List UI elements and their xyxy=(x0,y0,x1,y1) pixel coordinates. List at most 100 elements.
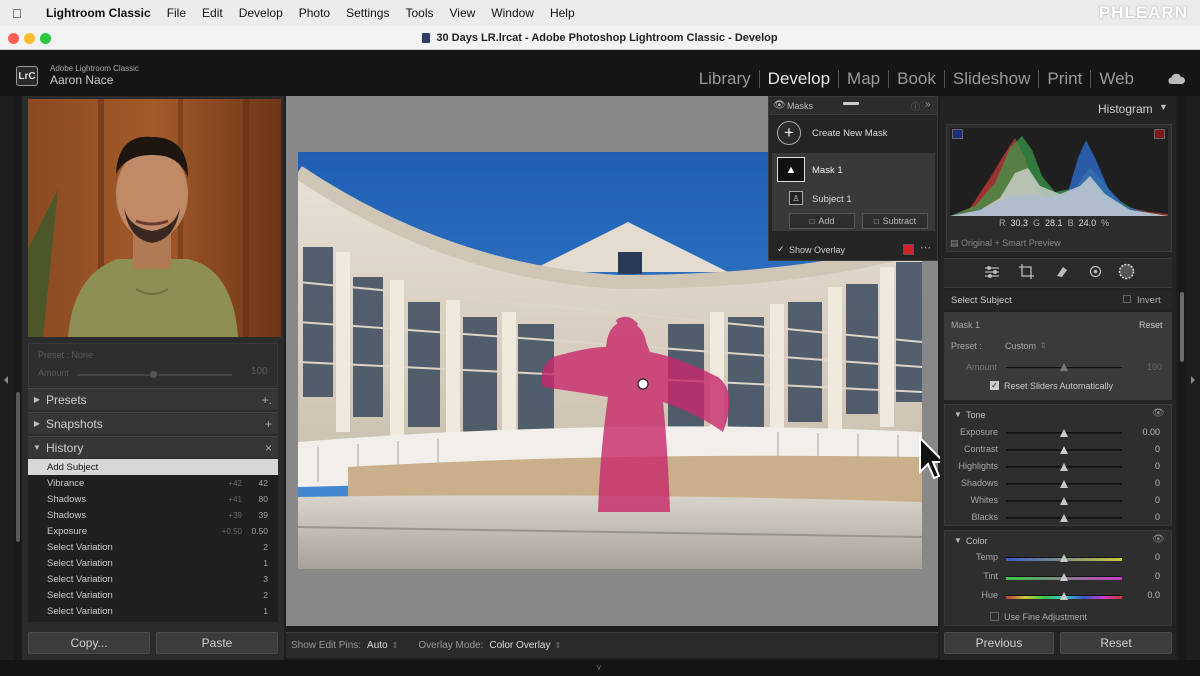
copy-button[interactable]: Copy... xyxy=(28,632,150,654)
histogram-title[interactable]: Histogram xyxy=(1098,102,1153,116)
snapshots-panel-header[interactable]: ▶ Snapshots + xyxy=(28,412,278,434)
paste-button[interactable]: Paste xyxy=(156,632,278,654)
edit-pins-dropdown[interactable]: Auto xyxy=(367,640,388,651)
collapse-triangle-icon[interactable]: ▼ xyxy=(1159,102,1168,112)
clear-history-icon[interactable]: × xyxy=(265,441,272,455)
slider-thumb[interactable] xyxy=(1060,480,1068,488)
slider-value[interactable]: 0 xyxy=(1120,552,1160,562)
more-options-icon[interactable]: ⋯ xyxy=(920,241,931,254)
history-item[interactable]: Select Variation 3 xyxy=(28,571,278,587)
mask-preset-dropdown[interactable]: Custom xyxy=(1005,341,1036,351)
presets-panel-header[interactable]: ▶ Presets +. xyxy=(28,388,278,410)
module-web[interactable]: Web xyxy=(1091,70,1142,88)
previous-button[interactable]: Previous xyxy=(944,632,1054,654)
chevron-updown-icon[interactable]: ⇕ xyxy=(392,641,399,650)
create-new-mask-button[interactable]: + xyxy=(777,121,801,145)
subject1-label[interactable]: Subject 1 xyxy=(812,194,852,205)
right-scrollbar[interactable] xyxy=(1178,96,1186,660)
subtract-mask-button[interactable]: □ Subtract xyxy=(862,213,928,229)
eye-icon[interactable]: 👁 xyxy=(1152,408,1165,419)
close-window-button[interactable] xyxy=(8,33,19,44)
slider-thumb[interactable] xyxy=(1060,446,1068,454)
slider-thumb[interactable] xyxy=(1060,497,1068,505)
mask-reset-button[interactable]: Reset xyxy=(1139,320,1163,330)
slider-thumb[interactable] xyxy=(1060,429,1068,437)
history-item[interactable]: Select Variation 1 xyxy=(28,555,278,571)
fine-adjustment-label[interactable]: Use Fine Adjustment xyxy=(1004,612,1087,622)
invert-label[interactable]: Invert xyxy=(1137,295,1161,306)
menu-edit[interactable]: Edit xyxy=(202,6,223,20)
add-mask-button[interactable]: □ Add xyxy=(789,213,855,229)
menu-photo[interactable]: Photo xyxy=(299,6,330,20)
mask-amount-thumb[interactable] xyxy=(1060,363,1068,371)
add-snapshot-icon[interactable]: + xyxy=(265,417,272,431)
shadow-clipping-toggle[interactable] xyxy=(952,129,963,139)
show-overlay-checkbox[interactable]: ✓ xyxy=(777,244,785,255)
collapse-panel-icon[interactable]: » xyxy=(925,99,931,110)
slider-thumb[interactable] xyxy=(1060,573,1068,581)
overlay-color-swatch[interactable] xyxy=(903,244,914,255)
slider-thumb[interactable] xyxy=(1060,592,1068,600)
filmstrip-toggle-icon[interactable]: ⋎ xyxy=(596,663,602,672)
reset-sliders-checkbox[interactable]: ✓ xyxy=(990,381,999,390)
module-slideshow[interactable]: Slideshow xyxy=(945,70,1040,88)
slider-value[interactable]: 0 xyxy=(1120,444,1160,454)
collapse-triangle-icon[interactable]: ▼ xyxy=(954,536,962,545)
module-book[interactable]: Book xyxy=(889,70,945,88)
menu-view[interactable]: View xyxy=(449,6,475,20)
help-icon[interactable]: ⓘ xyxy=(911,100,920,113)
history-item[interactable]: Add Subject xyxy=(28,459,278,475)
history-item[interactable]: Vibrance +42 42 xyxy=(28,475,278,491)
slider-value[interactable]: 0 xyxy=(1120,461,1160,471)
slider-value[interactable]: 0.00 xyxy=(1120,427,1160,437)
menu-app[interactable]: Lightroom Classic xyxy=(46,6,151,20)
menu-develop[interactable]: Develop xyxy=(239,6,283,20)
minimize-window-button[interactable] xyxy=(24,33,35,44)
slider-thumb[interactable] xyxy=(1060,554,1068,562)
masking-icon[interactable] xyxy=(1118,263,1135,280)
history-panel-header[interactable]: ▼ History × xyxy=(28,436,278,458)
create-new-mask-label[interactable]: Create New Mask xyxy=(812,128,888,139)
slider-thumb[interactable] xyxy=(1060,463,1068,471)
module-develop[interactable]: Develop xyxy=(760,70,840,88)
invert-checkbox[interactable] xyxy=(1123,295,1131,303)
history-item[interactable]: Shadows +41 80 xyxy=(28,491,278,507)
highlight-clipping-toggle[interactable] xyxy=(1154,129,1165,139)
reset-button[interactable]: Reset xyxy=(1060,632,1172,654)
module-map[interactable]: Map xyxy=(839,70,890,88)
menu-help[interactable]: Help xyxy=(550,6,575,20)
show-overlay-label[interactable]: Show Overlay xyxy=(789,245,845,255)
history-item[interactable]: Select Variation 2 xyxy=(28,539,278,555)
history-item[interactable]: Select Variation 1 xyxy=(28,603,278,619)
left-scrollbar[interactable] xyxy=(14,96,22,660)
sliders-icon[interactable] xyxy=(984,265,1000,279)
mask1-label[interactable]: Mask 1 xyxy=(812,165,843,176)
healing-icon[interactable] xyxy=(1054,264,1069,279)
reset-sliders-label[interactable]: Reset Sliders Automatically xyxy=(1004,381,1113,391)
slider-thumb[interactable] xyxy=(1060,514,1068,522)
menu-file[interactable]: File xyxy=(167,6,186,20)
mask1-thumbnail[interactable]: ▲ xyxy=(777,157,805,182)
history-item[interactable]: Exposure +0.50 0.50 xyxy=(28,523,278,539)
slider-value[interactable]: 0 xyxy=(1120,478,1160,488)
menu-window[interactable]: Window xyxy=(491,6,534,20)
slider-value[interactable]: 0 xyxy=(1120,495,1160,505)
tone-title[interactable]: Tone xyxy=(966,410,986,420)
right-panel-toggle-icon[interactable] xyxy=(1191,376,1195,384)
history-item[interactable]: Select Variation 2 xyxy=(28,587,278,603)
drag-handle[interactable] xyxy=(843,102,859,105)
color-title[interactable]: Color xyxy=(966,536,988,546)
slider-value[interactable]: 0 xyxy=(1120,512,1160,522)
fine-adjustment-checkbox[interactable] xyxy=(990,612,999,621)
eye-icon[interactable]: 👁 xyxy=(1152,534,1165,545)
chevron-updown-icon[interactable]: ⇕ xyxy=(555,641,562,650)
add-preset-icon[interactable]: +. xyxy=(262,393,272,407)
crop-icon[interactable] xyxy=(1019,264,1034,279)
left-panel-toggle-icon[interactable] xyxy=(4,376,8,384)
history-item[interactable]: Shadows +39 39 xyxy=(28,507,278,523)
amount-slider-thumb[interactable] xyxy=(149,370,158,379)
module-library[interactable]: Library xyxy=(691,70,760,88)
eye-icon[interactable]: 👁 xyxy=(773,100,786,111)
slider-value[interactable]: 0.0 xyxy=(1120,590,1160,600)
slider-value[interactable]: 0 xyxy=(1120,571,1160,581)
